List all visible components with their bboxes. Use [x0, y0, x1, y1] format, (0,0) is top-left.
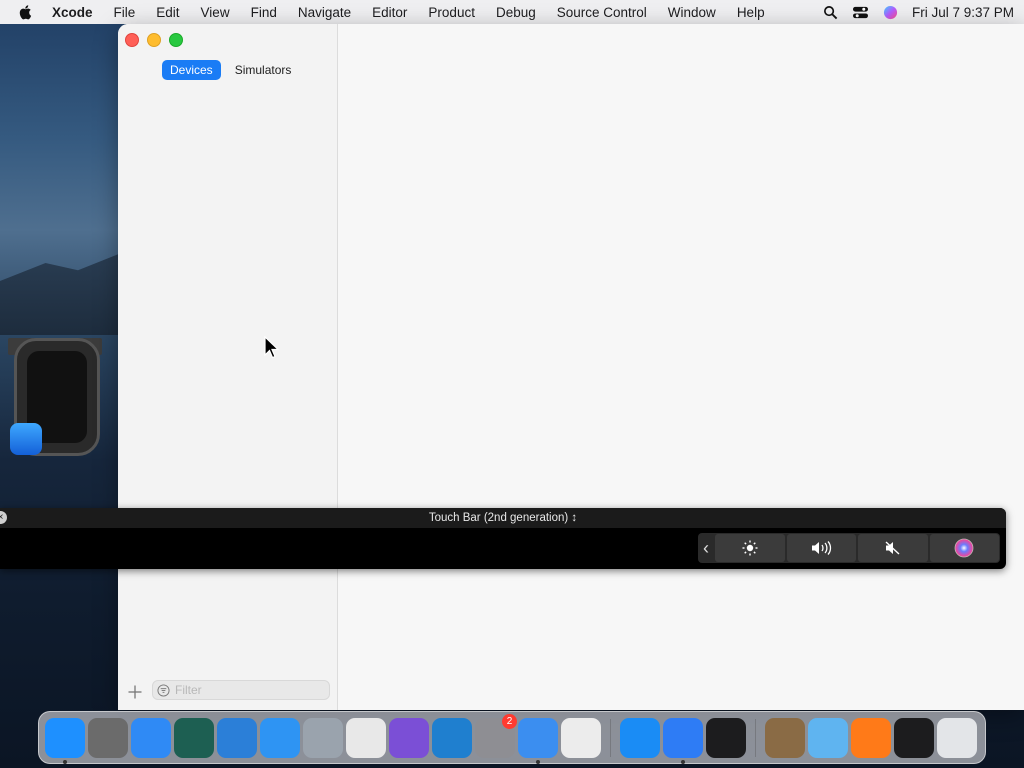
mute-button[interactable] [858, 534, 928, 562]
dock-archive-utility-icon[interactable] [765, 717, 805, 758]
menu-bar: Xcode File Edit View Find Navigate Edito… [0, 0, 1024, 24]
dock: 2 [38, 711, 986, 764]
status-area: Fri Jul 7 9:37 PM [823, 5, 1014, 20]
close-button[interactable] [125, 33, 139, 47]
menu-edit[interactable]: Edit [156, 5, 179, 20]
zoom-button[interactable] [169, 33, 183, 47]
brightness-button[interactable] [715, 534, 785, 562]
volume-button[interactable] [786, 534, 856, 562]
dock-system-settings-icon[interactable]: 2 [475, 713, 517, 758]
dock-script-editor-icon[interactable] [88, 717, 128, 758]
desktop-app-store-icon[interactable] [10, 423, 42, 455]
window-controls [125, 33, 183, 47]
menu-source-control[interactable]: Source Control [557, 5, 647, 20]
menu-product[interactable]: Product [428, 5, 475, 20]
tab-devices[interactable]: Devices [162, 60, 221, 80]
dock-xcode-icon[interactable] [663, 717, 703, 764]
menu-window[interactable]: Window [668, 5, 716, 20]
menu-help[interactable]: Help [737, 5, 765, 20]
filter-icon [157, 683, 170, 697]
menu-xcode[interactable]: Xcode [52, 5, 93, 20]
siri-icon [954, 538, 974, 558]
dock-app-store-icon[interactable] [620, 717, 660, 758]
control-center-icon[interactable] [852, 5, 869, 20]
brightness-icon [742, 540, 758, 556]
chevron-left-icon[interactable]: ‹ [698, 533, 714, 563]
dock-safari-icon[interactable] [131, 717, 171, 758]
dock-chrome-icon[interactable] [346, 717, 386, 758]
device-detail-pane [338, 24, 1024, 710]
dock-acrobat-like-icon[interactable] [217, 717, 257, 758]
dock-instruments-icon[interactable] [303, 717, 343, 758]
sidebar: Devices Simulators [118, 24, 338, 710]
running-indicator [536, 759, 540, 764]
tab-simulators[interactable]: Simulators [227, 60, 300, 80]
desktop-wallpaper-cliff [0, 249, 130, 335]
dock-xcode-tool-icon[interactable] [518, 717, 558, 764]
plus-icon[interactable] [127, 684, 143, 700]
dock-firefox-icon[interactable] [851, 717, 891, 758]
menu-debug[interactable]: Debug [496, 5, 536, 20]
apple-icon[interactable] [18, 4, 34, 20]
device-type-segmented-control: Devices Simulators [162, 60, 299, 80]
siri-icon[interactable] [883, 5, 898, 20]
dock-folder-icon[interactable] [808, 717, 848, 758]
dock-trash-icon[interactable] [937, 717, 977, 758]
running-indicator [681, 759, 685, 764]
menu-find[interactable]: Find [251, 5, 277, 20]
mute-icon [885, 541, 900, 555]
menu-file[interactable]: File [114, 5, 136, 20]
running-indicator [63, 759, 67, 764]
menu-navigate[interactable]: Navigate [298, 5, 351, 20]
dock-separator [610, 718, 611, 757]
sidebar-footer [118, 678, 337, 710]
notification-badge: 2 [502, 713, 517, 729]
filter-field [152, 680, 330, 700]
dock-visual-studio-icon[interactable] [389, 717, 429, 758]
touch-bar-titlebar: × Touch Bar (2nd generation) ↕ [0, 508, 1006, 528]
dock-launchpad-icon[interactable] [561, 717, 601, 758]
touch-bar-control-strip: ‹ [698, 533, 1000, 563]
dock-time-machine-icon[interactable] [174, 717, 214, 758]
siri-button[interactable] [929, 534, 999, 562]
menu-view[interactable]: View [201, 5, 230, 20]
devices-window: Devices Simulators [118, 24, 1024, 710]
filter-input[interactable] [175, 683, 315, 697]
touch-bar-title[interactable]: Touch Bar (2nd generation) ↕ [429, 512, 577, 524]
mouse-cursor-icon [264, 336, 280, 359]
menubar-clock[interactable]: Fri Jul 7 9:37 PM [912, 5, 1014, 20]
touch-bar-close-icon[interactable]: × [0, 511, 7, 524]
dock-finder-icon[interactable] [45, 717, 85, 764]
touch-bar-window: × Touch Bar (2nd generation) ↕ ‹ [0, 508, 1006, 569]
dock-app-store-connect-icon[interactable] [260, 717, 300, 758]
dock-separator [755, 718, 756, 757]
menu-editor[interactable]: Editor [372, 5, 407, 20]
search-icon[interactable] [823, 5, 838, 20]
dock-activity-monitor-icon[interactable] [706, 717, 746, 758]
dock-vscode-icon[interactable] [432, 717, 472, 758]
dock-activity-monitor-2-icon[interactable] [894, 717, 934, 758]
minimize-button[interactable] [147, 33, 161, 47]
volume-icon [812, 541, 832, 555]
